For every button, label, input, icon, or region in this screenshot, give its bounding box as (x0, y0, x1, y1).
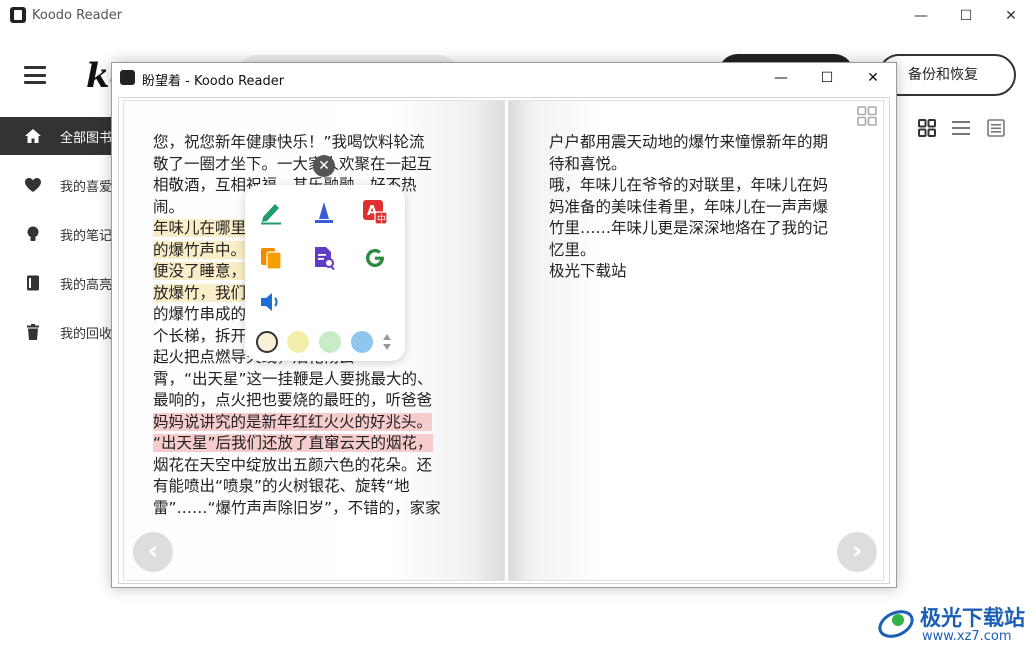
next-page-button[interactable]: › (837, 532, 877, 572)
reader-maximize-button[interactable]: ☐ (804, 63, 850, 93)
sidebar-item-highlights[interactable]: 我的高亮 (0, 264, 120, 302)
window-title: Koodo Reader (32, 8, 123, 23)
selection-popup-menu: A中 (245, 185, 405, 361)
search-text-icon[interactable] (311, 245, 337, 271)
main-titlebar: Koodo Reader — ☐ ✕ (0, 0, 1036, 32)
sidebar-item-trash[interactable]: 我的回收站 (0, 313, 125, 351)
page-layout-icon[interactable] (857, 106, 877, 126)
text-line: 忆里。 (549, 240, 596, 259)
sidebar-item-label: 我的笔记 (60, 229, 113, 244)
sidebar-item-label: 全部图书 (60, 131, 113, 146)
text-line-highlighted: “出天星”后我们还放了直窜云天的烟花， (153, 434, 433, 452)
watermark-logo (876, 602, 916, 642)
watermark-text: 极光下载站 (920, 606, 1025, 630)
book-spread: 您，祝您新年健康快乐！”我喝饮料轮流 敬了一圈才坐下。一大家人欢聚在一起互 相敬… (118, 97, 890, 584)
book-icon (24, 274, 42, 292)
text-line: 最响的，点火把也要烧的最旺的，听爸爸 (153, 391, 433, 409)
sidebar-item-favorites[interactable]: 我的喜爱 (0, 166, 120, 204)
text-line: 有能喷出“喷泉”的火树银花、旋转“地 (153, 477, 410, 495)
text-line-highlighted: 妈妈说讲究的是新年红红火火的好兆头。 (153, 412, 433, 431)
reader-window-title: 盼望着 - Koodo Reader (142, 74, 285, 89)
sidebar-item-all-books[interactable]: 全部图书 (0, 117, 120, 155)
text-line: 雷”……“爆竹声声除旧岁”，不错的，家家 (153, 498, 441, 517)
text-line: 竹里……年味儿更是深深地烙在了我的记 (549, 219, 829, 237)
swatch-toggle-icon[interactable] (382, 332, 392, 352)
heart-icon (24, 176, 42, 194)
translate-icon[interactable]: A中 (362, 199, 388, 225)
popup-close-button[interactable]: ✕ (313, 155, 335, 177)
text-line: 霄，“出天星”这一挂鞭是人要挑最大的、 (153, 369, 433, 388)
app-icon (10, 7, 26, 23)
reader-titlebar: 盼望着 - Koodo Reader — ☐ ✕ (112, 63, 896, 93)
grid-view-icon[interactable] (918, 119, 936, 137)
list-view-icon[interactable] (952, 119, 970, 137)
cover-view-icon[interactable] (987, 119, 1005, 137)
text-line: 户户都用震天动地的爆竹来憧憬新年的期 (549, 133, 829, 151)
menu-icon[interactable] (24, 66, 46, 84)
reader-close-button[interactable]: ✕ (850, 63, 896, 93)
text-line: 妈准备的美味佳肴里，年味儿在一声声爆 (549, 197, 829, 216)
home-icon (24, 127, 42, 145)
copy-icon[interactable] (258, 245, 284, 271)
text-line: 敬了一圈才坐下。一大家人欢聚在一起互 (153, 154, 433, 173)
color-swatch-green[interactable] (319, 331, 341, 353)
maximize-button[interactable]: ☐ (943, 0, 989, 32)
sidebar-item-notes[interactable]: 我的笔记 (0, 215, 120, 253)
text-line: 哦，年味儿在爷爷的对联里，年味儿在妈 (549, 176, 829, 194)
app-icon (120, 70, 135, 85)
speak-icon[interactable] (258, 289, 284, 315)
sidebar-item-label: 我的喜爱 (60, 180, 113, 195)
color-swatch-cream[interactable] (256, 331, 278, 353)
svg-text:中: 中 (377, 213, 386, 225)
color-swatch-yellow[interactable] (287, 331, 309, 353)
text-line: 烟花在天空中绽放出五颜六色的花朵。还 (153, 455, 433, 474)
color-swatch-blue[interactable] (351, 331, 373, 353)
prev-page-button[interactable]: ‹ (133, 532, 173, 572)
reader-window: 盼望着 - Koodo Reader — ☐ ✕ 您，祝您新年健康快乐！”我喝饮… (111, 62, 897, 588)
right-page-text: 户户都用震天动地的爆竹来憧憬新年的期 待和喜悦。 哦，年味儿在爷爷的对联里，年味… (549, 132, 828, 283)
google-icon[interactable] (362, 245, 388, 271)
watermark-url: www.xz7.com (922, 629, 1012, 644)
sidebar-item-label: 我的高亮 (60, 278, 113, 293)
highlight-icon[interactable] (311, 199, 337, 225)
reader-minimize-button[interactable]: — (758, 63, 804, 93)
text-line: 极光下载站 (549, 262, 627, 280)
text-line: 您，祝您新年健康快乐！”我喝饮料轮流 (153, 133, 425, 151)
minimize-button[interactable]: — (898, 0, 944, 32)
close-button[interactable]: ✕ (988, 0, 1034, 32)
note-icon[interactable] (258, 199, 284, 225)
text-line: 待和喜悦。 (549, 154, 627, 173)
backup-restore-button[interactable]: 备份和恢复 (878, 54, 1016, 96)
trash-icon (24, 323, 42, 341)
bulb-icon (24, 225, 42, 243)
